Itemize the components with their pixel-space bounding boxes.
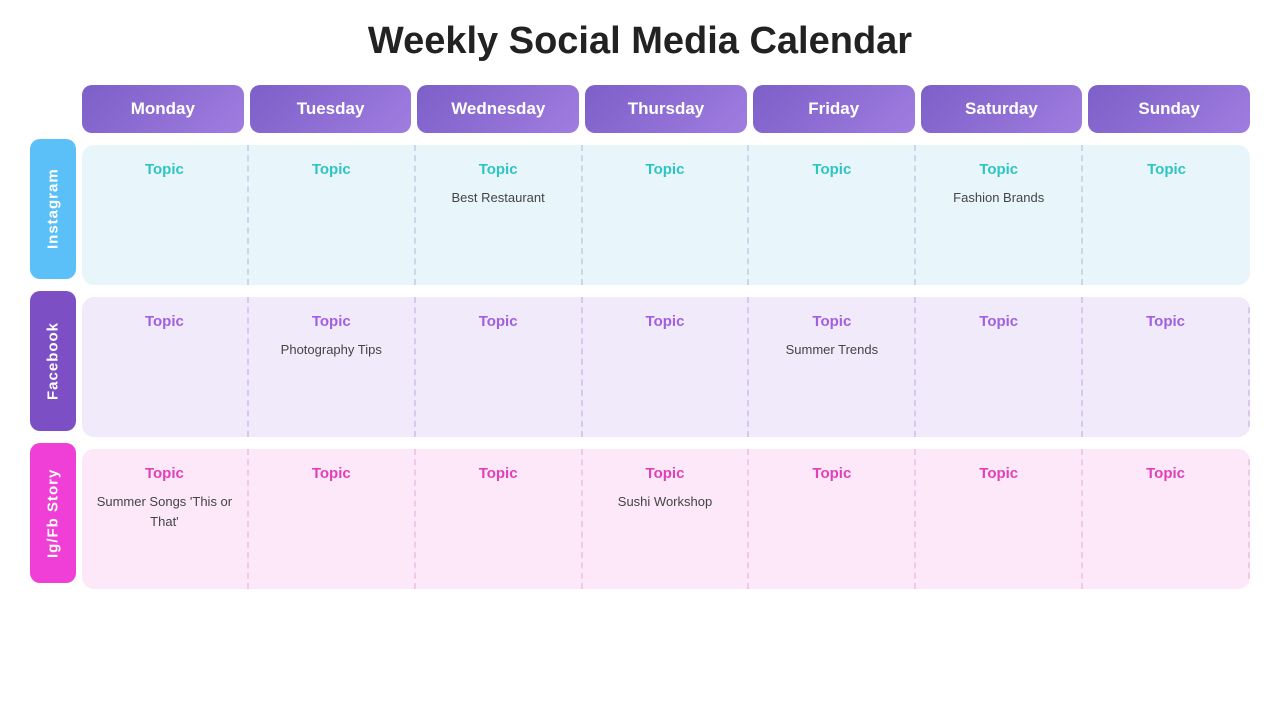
cell-facebook-4: Topic Summer Trends	[749, 297, 916, 437]
day-header-monday: Monday	[82, 85, 244, 133]
cell-facebook-0: Topic	[82, 297, 249, 437]
cell-topic-igfb-2: Topic	[479, 465, 518, 482]
cell-topic-facebook-2: Topic	[479, 313, 518, 330]
platform-row-facebook: TopicTopicPhotography TipsTopicTopicTopi…	[82, 297, 1250, 437]
cell-content-facebook-1: Photography Tips	[281, 340, 382, 360]
cell-igfb-3: Topic Sushi Workshop	[583, 449, 750, 589]
row-label-facebook: Facebook	[30, 291, 76, 431]
cell-topic-igfb-5: Topic	[979, 465, 1018, 482]
cell-topic-instagram-5: Topic	[979, 161, 1018, 178]
cell-facebook-6: Topic	[1083, 297, 1250, 437]
day-header-sunday: Sunday	[1088, 85, 1250, 133]
cell-instagram-6: Topic	[1083, 145, 1250, 285]
day-header-friday: Friday	[753, 85, 915, 133]
platform-row-instagram: TopicTopicTopicBest RestaurantTopicTopic…	[82, 145, 1250, 285]
row-label-instagram: Instagram	[30, 139, 76, 279]
cell-instagram-2: Topic Best Restaurant	[416, 145, 583, 285]
cell-topic-facebook-1: Topic	[312, 313, 351, 330]
cell-igfb-4: Topic	[749, 449, 916, 589]
cell-instagram-1: Topic	[249, 145, 416, 285]
cell-content-instagram-2: Best Restaurant	[452, 188, 545, 208]
cell-topic-instagram-6: Topic	[1147, 161, 1186, 178]
cell-topic-facebook-0: Topic	[145, 313, 184, 330]
cell-content-facebook-4: Summer Trends	[786, 340, 878, 360]
row-labels: Instagram Facebook Ig/Fb Story	[30, 139, 76, 589]
cell-instagram-0: Topic	[82, 145, 249, 285]
cell-instagram-5: Topic Fashion Brands	[916, 145, 1083, 285]
cell-instagram-4: Topic	[749, 145, 916, 285]
cell-igfb-2: Topic	[416, 449, 583, 589]
day-header-thursday: Thursday	[585, 85, 747, 133]
cell-igfb-0: Topic Summer Songs 'This or That'	[82, 449, 249, 589]
cell-topic-igfb-6: Topic	[1146, 465, 1185, 482]
day-header-wednesday: Wednesday	[417, 85, 579, 133]
cell-instagram-3: Topic	[583, 145, 750, 285]
cell-topic-instagram-2: Topic	[479, 161, 518, 178]
cell-topic-igfb-0: Topic	[145, 465, 184, 482]
grid-area: MondayTuesdayWednesdayThursdayFridaySatu…	[76, 85, 1250, 589]
cell-content-igfb-0: Summer Songs 'This or That'	[92, 492, 237, 531]
cell-igfb-1: Topic	[249, 449, 416, 589]
cell-facebook-5: Topic	[916, 297, 1083, 437]
row-label-igfb: Ig/Fb Story	[30, 443, 76, 583]
cell-topic-instagram-1: Topic	[312, 161, 351, 178]
cell-topic-instagram-4: Topic	[812, 161, 851, 178]
calendar-wrapper: Instagram Facebook Ig/Fb Story MondayTuesd…	[30, 85, 1250, 589]
cell-facebook-2: Topic	[416, 297, 583, 437]
platform-row-igfb: TopicSummer Songs 'This or That'TopicTop…	[82, 449, 1250, 589]
cell-content-igfb-3: Sushi Workshop	[618, 492, 712, 512]
cell-topic-facebook-5: Topic	[979, 313, 1018, 330]
cell-topic-instagram-3: Topic	[646, 161, 685, 178]
cell-topic-igfb-3: Topic	[646, 465, 685, 482]
page-title: Weekly Social Media Calendar	[368, 20, 912, 63]
cell-igfb-6: Topic	[1083, 449, 1250, 589]
day-headers: MondayTuesdayWednesdayThursdayFridaySatu…	[82, 85, 1250, 133]
day-header-saturday: Saturday	[921, 85, 1083, 133]
cell-facebook-1: Topic Photography Tips	[249, 297, 416, 437]
day-header-tuesday: Tuesday	[250, 85, 412, 133]
cell-topic-facebook-4: Topic	[812, 313, 851, 330]
cell-content-instagram-5: Fashion Brands	[953, 188, 1044, 208]
cell-facebook-3: Topic	[583, 297, 750, 437]
cell-topic-instagram-0: Topic	[145, 161, 184, 178]
cell-igfb-5: Topic	[916, 449, 1083, 589]
cell-topic-facebook-3: Topic	[646, 313, 685, 330]
cell-topic-facebook-6: Topic	[1146, 313, 1185, 330]
cell-topic-igfb-1: Topic	[312, 465, 351, 482]
cell-topic-igfb-4: Topic	[812, 465, 851, 482]
